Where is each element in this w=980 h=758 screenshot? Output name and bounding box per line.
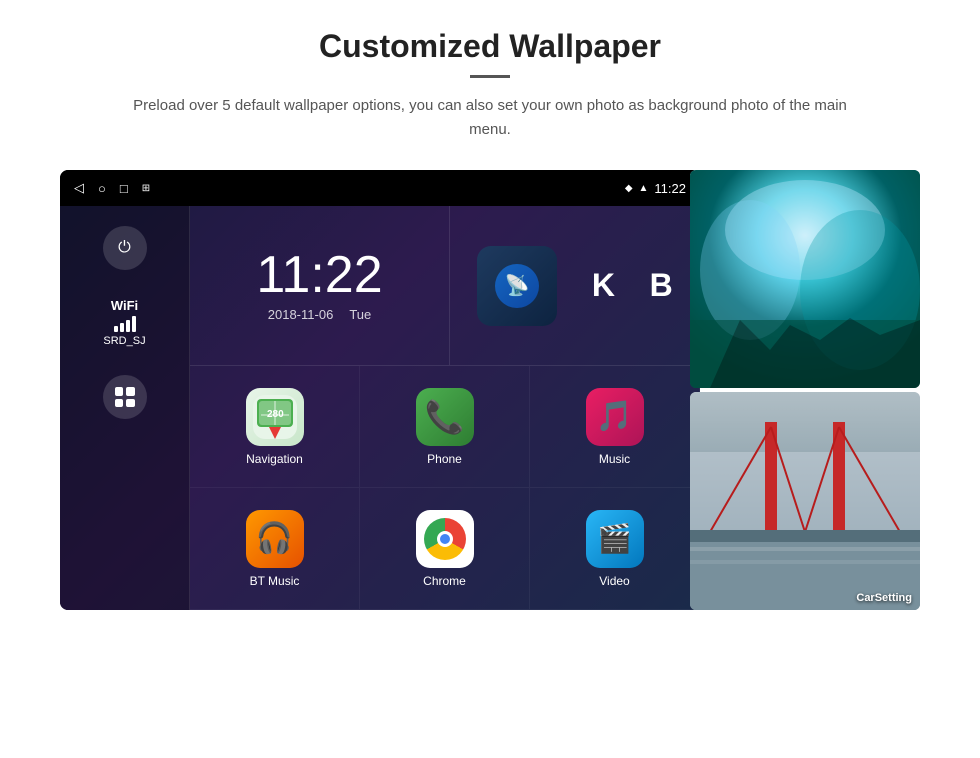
wallpaper-thumbnails: CarSetting [690,170,920,610]
status-bar: ◁ ○ □ ⊞ ◆ ▲ 11:22 [60,170,700,206]
device-mock: ◁ ○ □ ⊞ ◆ ▲ 11:22 ⏻ [60,170,700,610]
clock-time: 11:22 [256,249,382,301]
video-label: Video [599,574,629,588]
grid-cell [115,387,124,396]
bt-music-label: BT Music [250,574,300,588]
home-screen: ⏻ WiFi SRD_SJ [60,206,700,610]
music-icon: 🎵 [586,388,644,446]
music-label: Music [599,452,630,466]
phone-icon: 📞 [416,388,474,446]
page-container: Customized Wallpaper Preload over 5 defa… [0,0,980,758]
nav-home-icon[interactable]: ○ [98,181,106,196]
chrome-label: Chrome [423,574,466,588]
nav-recent-icon[interactable]: □ [120,181,128,196]
chrome-icon [416,510,474,568]
navigation-icon: 280 [246,388,304,446]
ice-wallpaper-image [690,170,920,388]
app-navigation[interactable]: 280 Navigation [190,366,360,488]
wifi-bar-3 [126,320,130,332]
b-widget[interactable]: B [650,267,673,304]
wifi-bar-1 [114,326,118,332]
carsetting-label: CarSetting [856,592,912,604]
grid-cell [126,387,135,396]
bt-music-icon: 🎧 [246,510,304,568]
wifi-label: WiFi [111,298,138,313]
wallpaper-ice[interactable] [690,170,920,388]
k-widget[interactable]: K [592,267,615,304]
top-section: 11:22 2018-11-06 Tue 📡 [190,206,700,366]
clock-date: 2018-11-06 Tue [268,307,371,322]
clock-section: 11:22 2018-11-06 Tue [190,206,450,365]
chrome-outer-ring [424,518,466,560]
video-icon: 🎬 [586,510,644,568]
app-bt-music[interactable]: 🎧 BT Music [190,488,360,610]
clock-day-value: Tue [349,307,371,322]
wifi-bar-2 [120,323,124,332]
bridge-wallpaper-image [690,392,920,610]
app-drawer-button[interactable] [103,375,147,419]
chrome-inner-circle [437,531,453,547]
nav-screenshot-icon[interactable]: ⊞ [142,183,150,194]
location-icon: ◆ [625,183,633,194]
title-divider [470,75,510,78]
k-letter: K [592,267,615,303]
nav-back-icon[interactable]: ◁ [74,180,84,196]
app-chrome[interactable]: Chrome [360,488,530,610]
widget-section: 📡 K B [450,206,700,365]
sidebar: ⏻ WiFi SRD_SJ [60,206,190,610]
wifi-bars [114,316,136,332]
wallpaper-bridge[interactable]: CarSetting [690,392,920,610]
grid-cell [126,399,135,408]
wifi-block: WiFi SRD_SJ [103,298,145,347]
power-button[interactable]: ⏻ [103,226,147,270]
grid-cell [115,399,124,408]
status-right: ◆ ▲ 11:22 [625,181,686,196]
app-grid: 280 Navigation 📞 [190,366,700,610]
navigation-label: Navigation [246,452,303,466]
b-letter: B [650,267,673,303]
clock-display: 11:22 [654,181,686,196]
app-phone[interactable]: 📞 Phone [360,366,530,488]
page-subtitle: Preload over 5 default wallpaper options… [130,94,850,142]
power-icon: ⏻ [118,239,131,257]
app-music[interactable]: 🎵 Music [530,366,700,488]
wifi-network: SRD_SJ [103,335,145,347]
grid-icon [115,387,135,407]
antenna-icon: 📡 [505,273,530,298]
main-home: 11:22 2018-11-06 Tue 📡 [190,206,700,610]
signal-widget[interactable]: 📡 [477,246,557,326]
page-title: Customized Wallpaper [319,28,661,65]
content-area: ◁ ○ □ ⊞ ◆ ▲ 11:22 ⏻ [60,170,920,610]
signal-icon: 📡 [495,264,539,308]
clock-date-value: 2018-11-06 [268,307,334,322]
phone-label: Phone [427,452,462,466]
wifi-signal-icon: ▲ [639,183,649,194]
status-left: ◁ ○ □ ⊞ [74,180,150,196]
wifi-bar-4 [132,316,136,332]
app-video[interactable]: 🎬 Video [530,488,700,610]
